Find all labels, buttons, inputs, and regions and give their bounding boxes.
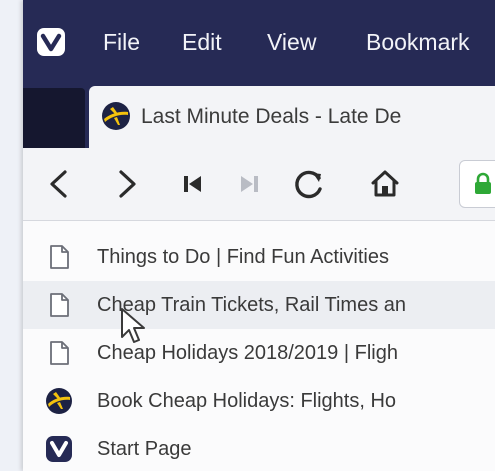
tab-active[interactable]: Last Minute Deals - Late De [89,86,495,148]
history-dropdown: Things to Do | Find Fun Activities Cheap… [23,221,495,471]
plane-globe-icon [46,388,72,414]
history-item-label: Cheap Train Tickets, Rail Times an [97,294,407,316]
skip-forward-icon[interactable] [229,164,269,204]
menu-bar: File Edit View Bookmark [23,0,495,80]
reload-icon[interactable] [289,164,329,204]
navigation-toolbar [23,148,495,221]
history-item[interactable]: Start Page [23,425,495,471]
lock-icon [475,172,491,194]
history-item-label: Cheap Holidays 2018/2019 | Fligh [97,342,398,364]
vivaldi-icon[interactable] [37,28,65,56]
history-item[interactable]: Book Cheap Holidays: Flights, Ho [23,377,495,425]
vivaldi-icon [46,436,72,462]
page-icon [50,245,69,269]
menu-file[interactable]: File [103,29,140,56]
page-icon [50,341,69,365]
history-item[interactable]: Cheap Train Tickets, Rail Times an [23,281,495,329]
menu-bookmarks[interactable]: Bookmark [366,29,470,56]
history-item-label: Things to Do | Find Fun Activities [97,246,389,268]
address-bar[interactable] [459,160,495,208]
home-icon[interactable] [365,164,405,204]
menu-edit[interactable]: Edit [182,29,222,56]
history-item[interactable]: Cheap Holidays 2018/2019 | Fligh [23,329,495,377]
history-item[interactable]: Things to Do | Find Fun Activities [23,233,495,281]
forward-icon[interactable] [107,164,147,204]
history-item-label: Book Cheap Holidays: Flights, Ho [97,390,397,412]
skip-back-icon[interactable] [173,164,213,204]
history-item-label: Start Page [97,438,192,460]
tab-title: Last Minute Deals - Late De [141,105,402,128]
page-icon [50,293,69,317]
tab-strip: Last Minute Deals - Late De [23,80,495,148]
back-icon[interactable] [39,164,79,204]
plane-globe-icon [102,102,130,130]
browser-window: File Edit View Bookmark Last Minute Deal… [23,0,495,471]
menu-view[interactable]: View [267,29,316,56]
tab-inactive[interactable] [23,88,85,148]
